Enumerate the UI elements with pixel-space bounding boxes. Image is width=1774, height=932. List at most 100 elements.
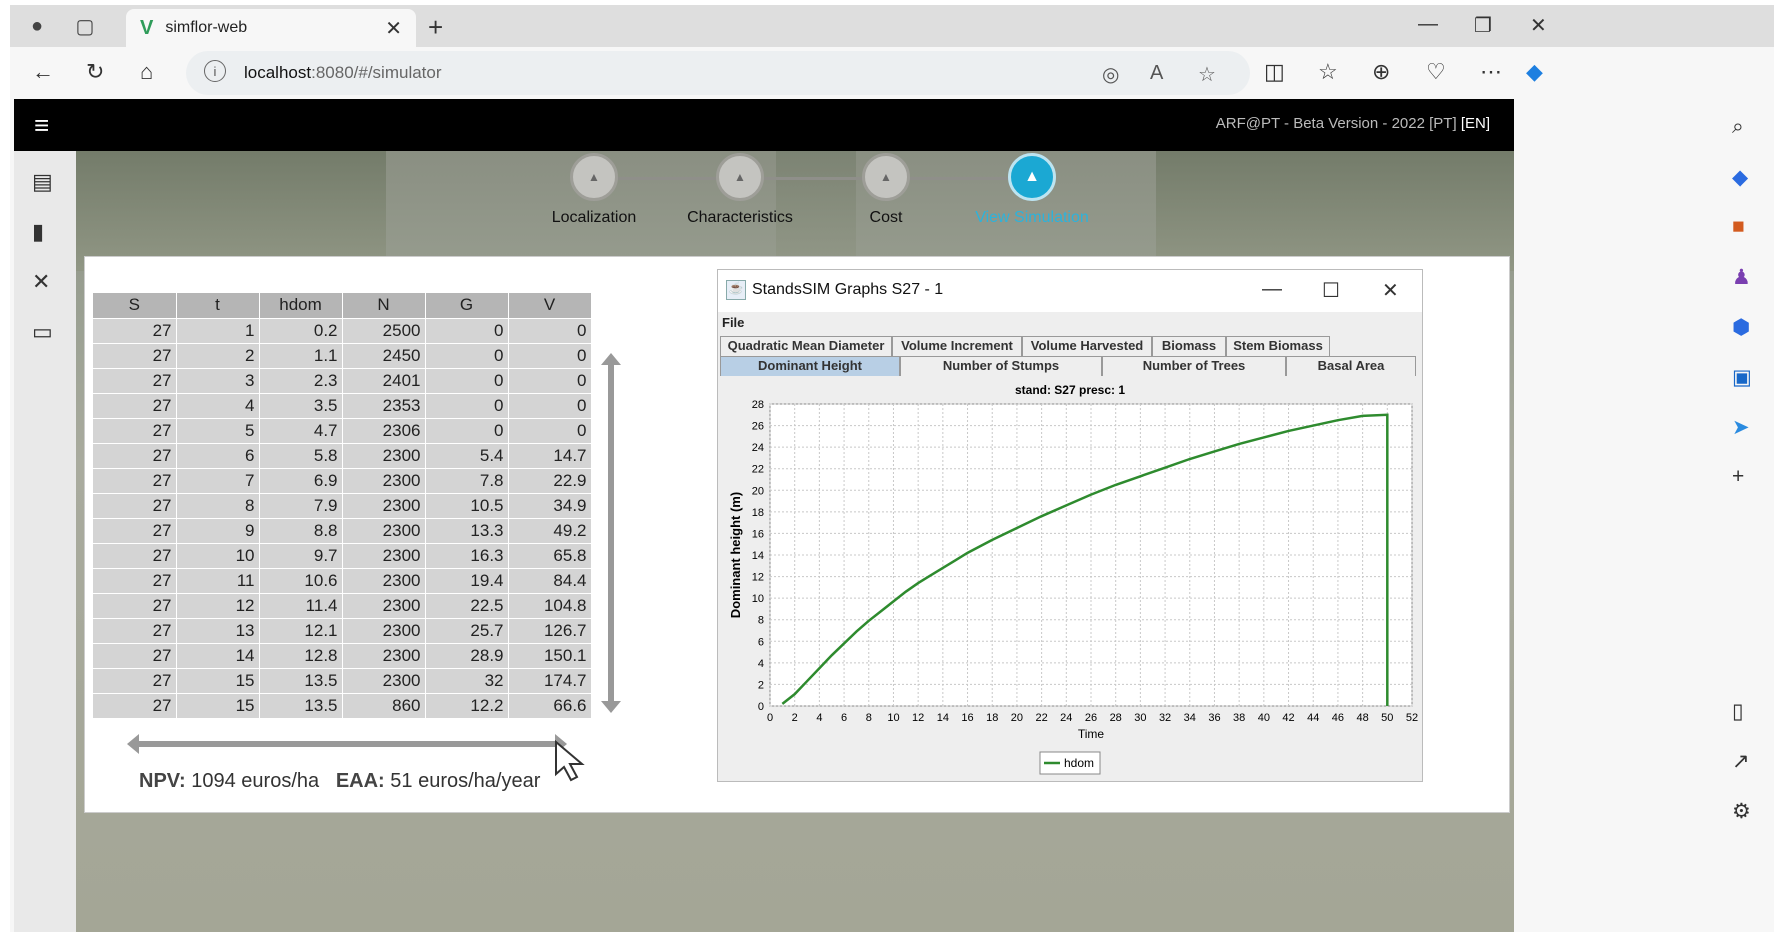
book-icon[interactable]: ▤	[32, 169, 53, 195]
minimize-icon[interactable]: —	[1418, 13, 1438, 36]
home-icon[interactable]: ⌂	[140, 59, 153, 85]
column-header[interactable]: S	[93, 293, 177, 318]
tree-icon: ▲	[570, 153, 618, 201]
step-cost[interactable]: ▲ Cost	[826, 153, 946, 227]
table-row[interactable]: 27 8 7.9 2300 10.5 34.9	[93, 492, 592, 518]
table-cell: 5.4	[425, 442, 509, 468]
table-row[interactable]: 27 4 3.5 2353 0 0	[93, 392, 592, 418]
split-screen-icon[interactable]: ◫	[1264, 59, 1285, 85]
table-cell: 0	[508, 342, 592, 368]
dominant-height-chart: stand: S27 presc: 10 2 4 6 8 10 12 14 16 18 20 22 24…	[718, 376, 1422, 776]
table-cell: 2300	[342, 567, 426, 593]
menu-file[interactable]: File	[722, 315, 744, 330]
table-cell: 9.7	[259, 542, 343, 568]
table-row[interactable]: 27 9 8.8 2300 13.3 49.2	[93, 517, 592, 543]
table-cell: 8	[176, 492, 260, 518]
tools-briefcase-icon[interactable]: ■	[1732, 215, 1745, 239]
tab-basal-area[interactable]: Basal Area	[1286, 356, 1416, 376]
step-characteristics[interactable]: ▲ Characteristics	[680, 153, 800, 227]
browser-essentials-icon[interactable]: ♡	[1426, 59, 1446, 85]
table-cell: 3	[176, 367, 260, 393]
tab-dominant-height[interactable]: Dominant Height	[720, 356, 900, 376]
hamburger-menu-icon[interactable]: ≡	[34, 110, 49, 141]
column-header[interactable]: hdom	[259, 293, 343, 318]
horizontal-scroll-arrow[interactable]	[127, 732, 567, 756]
profile-icon[interactable]: ●	[24, 13, 50, 39]
tab-number-of-trees[interactable]: Number of Trees	[1102, 356, 1286, 376]
column-header[interactable]: V	[508, 293, 592, 318]
restore-icon[interactable]: ❐	[1474, 13, 1492, 38]
lang-pt-link[interactable]: [PT]	[1429, 115, 1457, 132]
tab-quadratic-mean-diameter[interactable]: Quadratic Mean Diameter	[720, 336, 892, 356]
favorites-icon[interactable]: ☆	[1318, 59, 1338, 85]
add-sidebar-app-icon[interactable]: +	[1732, 465, 1744, 489]
step-localization[interactable]: ▲ Localization	[534, 153, 654, 227]
column-header[interactable]: G	[425, 293, 509, 318]
window-maximize-icon[interactable]: ☐	[1322, 278, 1340, 303]
search-icon[interactable]: ⌕	[1732, 115, 1744, 139]
new-tab-button[interactable]: +	[428, 12, 443, 43]
table-cell: 0	[425, 367, 509, 393]
table-row[interactable]: 27 7 6.9 2300 7.8 22.9	[93, 467, 592, 493]
table-cell: 27	[93, 517, 177, 543]
table-cell: 15	[176, 667, 260, 693]
npv-value: 1094 euros/ha	[191, 770, 320, 792]
bar-chart-icon[interactable]: ▮	[32, 219, 44, 245]
collections-icon[interactable]: ⊕	[1372, 59, 1390, 85]
tab-volume-increment[interactable]: Volume Increment	[892, 336, 1022, 356]
table-cell: 27	[93, 567, 177, 593]
table-row[interactable]: 27 3 2.3 2401 0 0	[93, 367, 592, 393]
table-row[interactable]: 27 13 12.1 2300 25.7 126.7	[93, 617, 592, 643]
table-cell: 84.4	[508, 567, 592, 593]
browser-tab[interactable]: V simflor-web ✕	[126, 9, 416, 47]
shopping-tag-icon[interactable]: ◆	[1732, 165, 1748, 190]
copilot-icon[interactable]: ◆	[1526, 59, 1543, 85]
more-menu-icon[interactable]: ⋯	[1480, 59, 1502, 85]
tab-biomass[interactable]: Biomass	[1152, 336, 1226, 356]
table-row[interactable]: 27 2 1.1 2450 0 0	[93, 342, 592, 368]
table-row[interactable]: 27 5 4.7 2306 0 0	[93, 417, 592, 443]
location-icon[interactable]: ◎	[1102, 62, 1119, 87]
settings-gear-icon[interactable]: ⚙	[1732, 799, 1751, 824]
table-row[interactable]: 27 12 11.4 2300 22.5 104.8	[93, 592, 592, 618]
table-row[interactable]: 27 1 0.2 2500 0 0	[93, 317, 592, 343]
tab-stem-biomass[interactable]: Stem Biomass	[1226, 336, 1330, 356]
table-cell: 19.4	[425, 567, 509, 593]
refresh-icon[interactable]: ↻	[86, 59, 104, 85]
sidebar-panel-icon[interactable]: ▯	[1732, 699, 1744, 724]
read-aloud-icon[interactable]: A	[1150, 62, 1163, 85]
id-card-icon[interactable]: ▭	[32, 319, 53, 345]
window-close-icon[interactable]: ✕	[1382, 278, 1399, 303]
table-cell: 0	[425, 417, 509, 443]
table-cell: 2300	[342, 667, 426, 693]
address-bar[interactable]: i localhost:8080/#/simulator ◎ A ☆	[186, 51, 1250, 95]
tab-number-of-stumps[interactable]: Number of Stumps	[900, 356, 1102, 376]
window-minimize-icon[interactable]: —	[1262, 278, 1282, 301]
column-header[interactable]: N	[342, 293, 426, 318]
tools-icon[interactable]: ✕	[32, 269, 50, 295]
table-row[interactable]: 27 15 13.5 860 12.2 66.6	[93, 692, 592, 718]
microsoft-365-icon[interactable]: ⬢	[1732, 315, 1750, 340]
step-view-simulation[interactable]: ▲ View Simulation	[972, 153, 1092, 227]
table-row[interactable]: 27 11 10.6 2300 19.4 84.4	[93, 567, 592, 593]
send-icon[interactable]: ➤	[1732, 415, 1750, 440]
favorite-star-icon[interactable]: ☆	[1198, 62, 1216, 87]
vue-logo-icon: V	[140, 16, 154, 39]
column-header[interactable]: t	[176, 293, 260, 318]
games-icon[interactable]: ♟	[1732, 265, 1751, 290]
vertical-scroll-arrow[interactable]	[599, 353, 623, 713]
url-text[interactable]: localhost:8080/#/simulator	[244, 63, 442, 83]
table-row[interactable]: 27 14 12.8 2300 28.9 150.1	[93, 642, 592, 668]
site-info-icon[interactable]: i	[204, 60, 226, 82]
external-open-icon[interactable]: ↗	[1732, 749, 1750, 774]
tab-actions-icon[interactable]: ▢	[72, 13, 98, 39]
close-window-icon[interactable]: ✕	[1530, 13, 1547, 38]
table-row[interactable]: 27 15 13.5 2300 32 174.7	[93, 667, 592, 693]
close-tab-icon[interactable]: ✕	[385, 16, 402, 41]
table-row[interactable]: 27 10 9.7 2300 16.3 65.8	[93, 542, 592, 568]
table-row[interactable]: 27 6 5.8 2300 5.4 14.7	[93, 442, 592, 468]
outlook-icon[interactable]: ▣	[1732, 365, 1752, 390]
back-icon[interactable]: ←	[32, 59, 54, 85]
tab-volume-harvested[interactable]: Volume Harvested	[1022, 336, 1152, 356]
lang-en-link[interactable]: [EN]	[1461, 115, 1490, 132]
